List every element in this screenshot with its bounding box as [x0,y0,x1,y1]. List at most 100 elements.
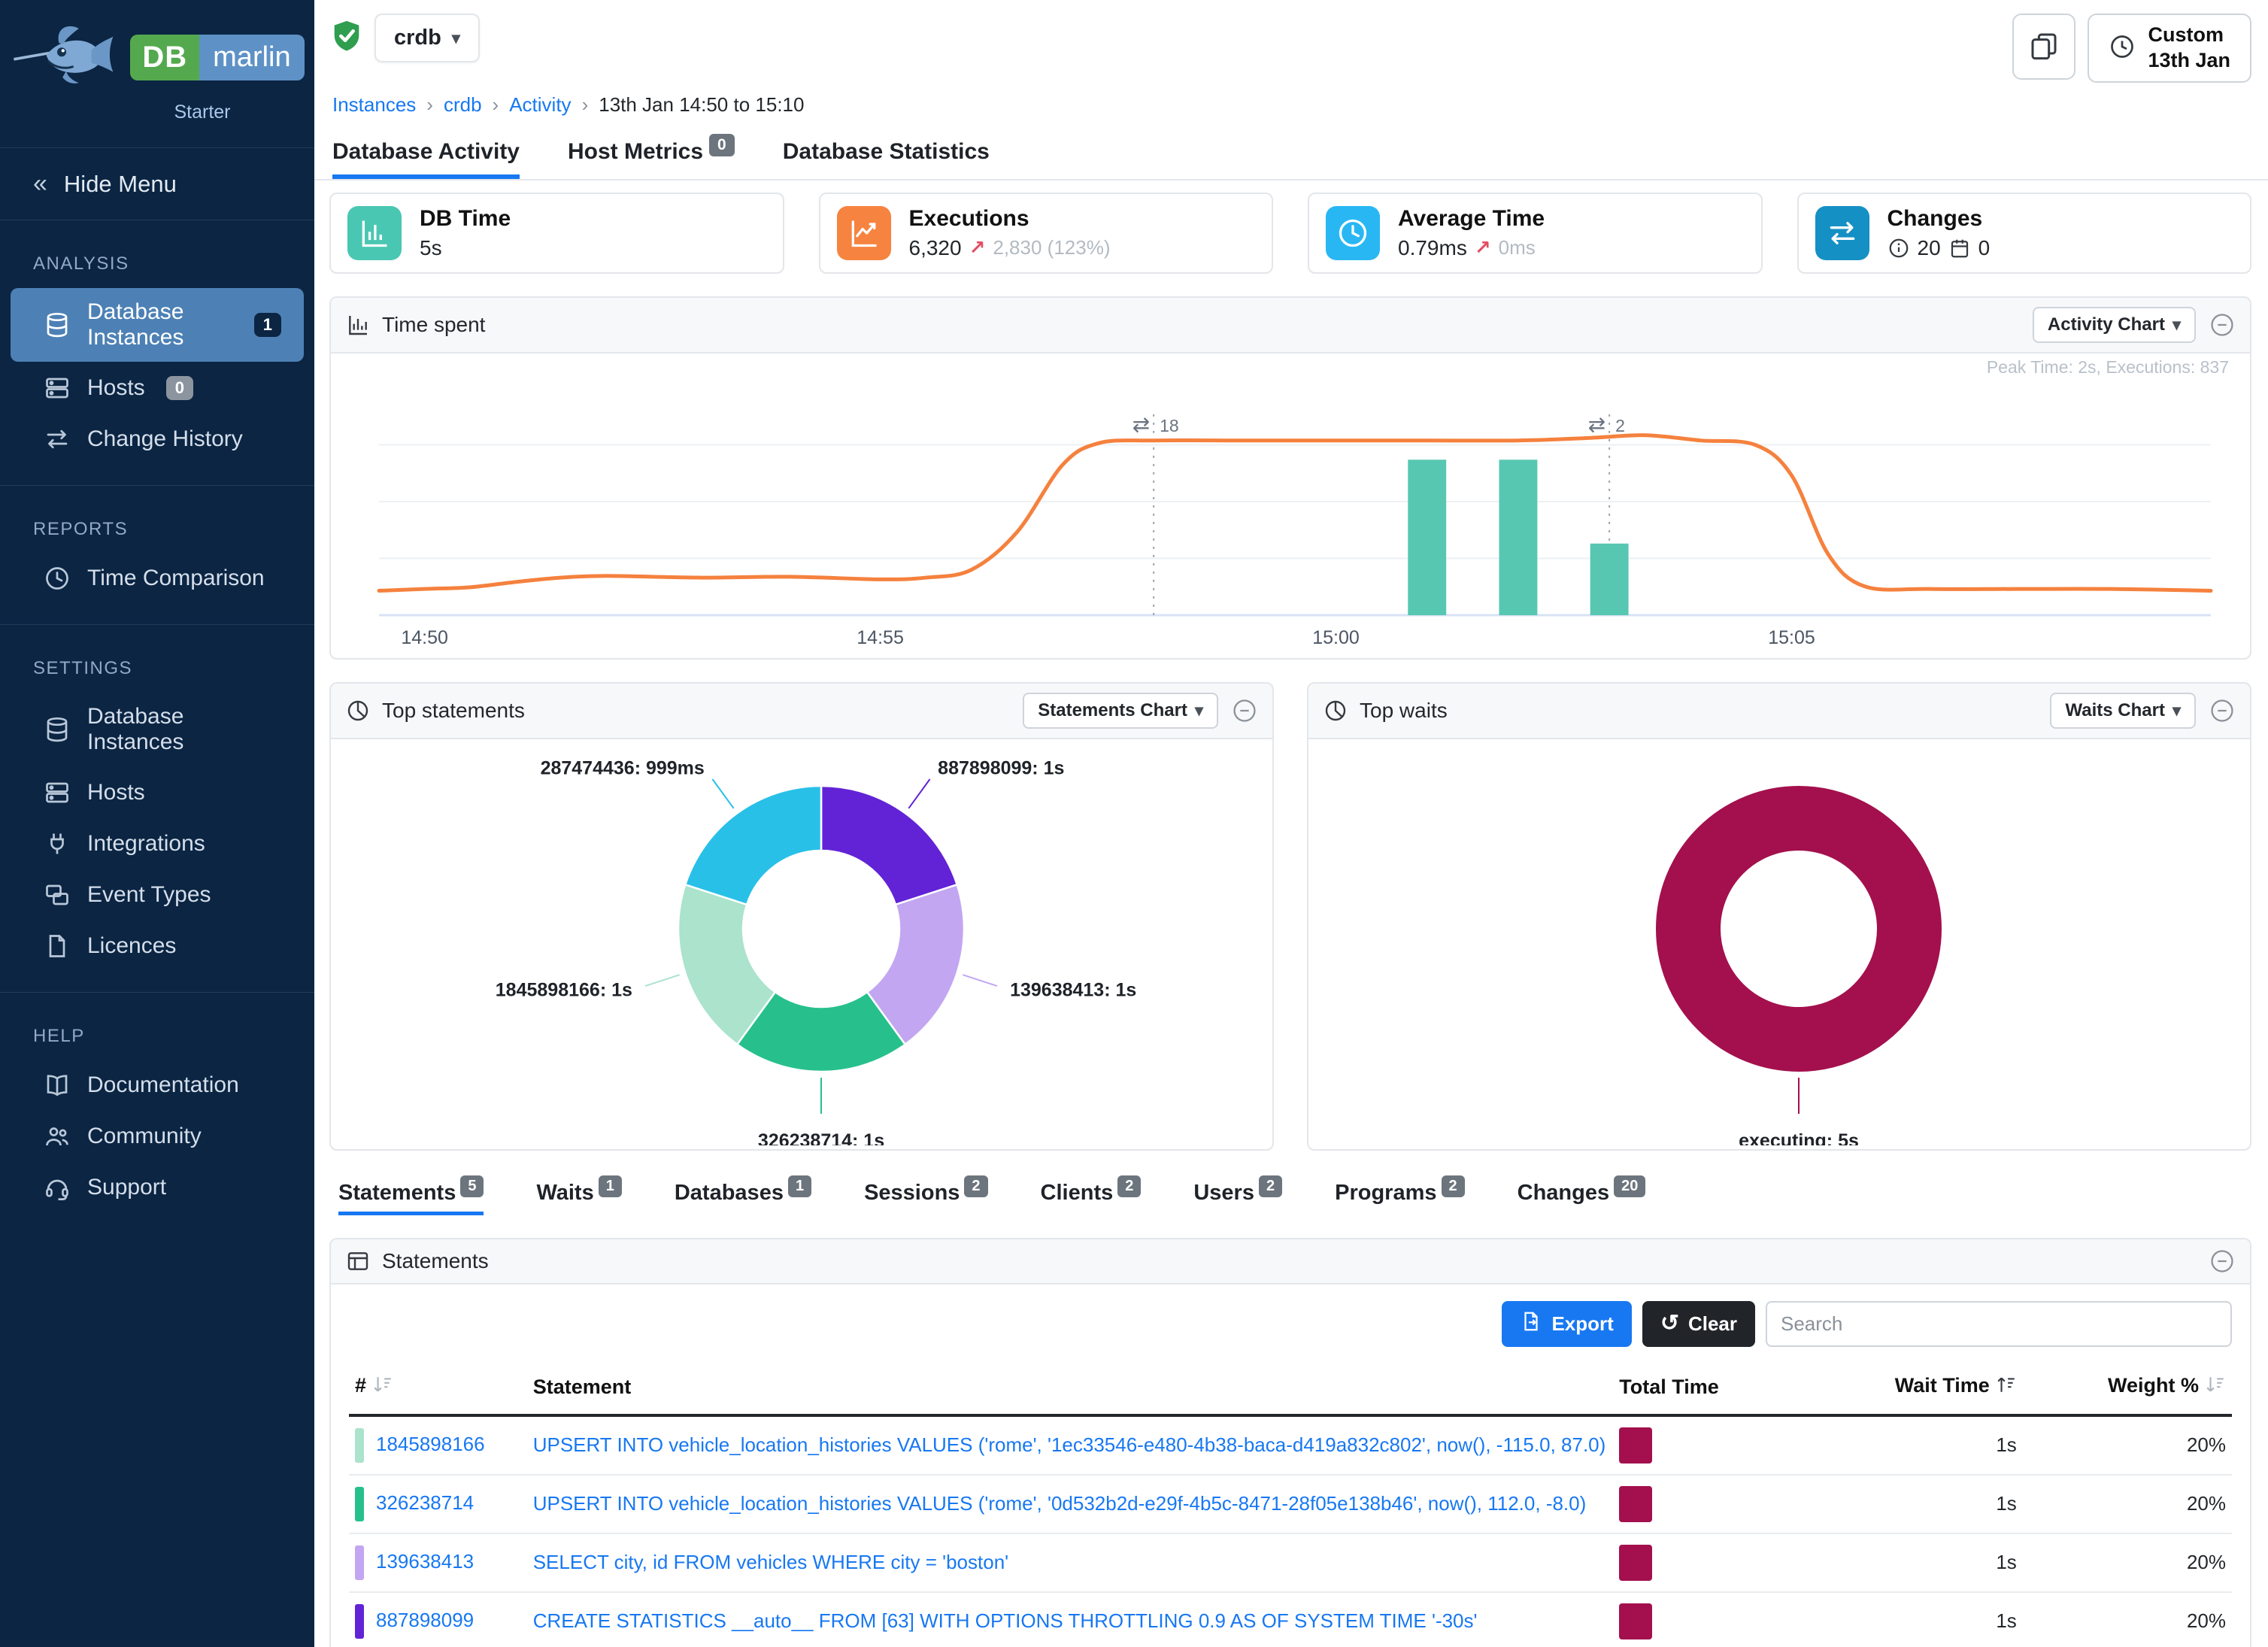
statement-color-chip [355,1428,364,1463]
sidebar-item-database-instances[interactable]: Database Instances1 [11,288,304,362]
statement-id-link[interactable]: 1845898166 [376,1432,485,1454]
sidebar-item-label: Time Comparison [87,566,265,591]
collapse-panel-icon[interactable] [2209,312,2235,338]
total-time-bar [1619,1545,1652,1581]
detail-tab-sessions[interactable]: Sessions2 [864,1181,987,1215]
export-label: Export [1551,1312,1613,1336]
statement-link[interactable]: SELECT city, id FROM vehicles WHERE city… [533,1551,1008,1573]
metric-delta: 0ms [1499,236,1536,259]
collapse-panel-icon[interactable] [2209,698,2235,723]
total-time-bar [1619,1486,1652,1522]
weight-cell: 20% [2023,1415,2232,1475]
server-icon [44,779,71,806]
statement-link[interactable]: UPSERT INTO vehicle_location_histories V… [533,1433,1606,1456]
statement-link[interactable]: UPSERT INTO vehicle_location_histories V… [533,1492,1587,1515]
export-icon [1520,1310,1542,1338]
sidebar-item-hosts[interactable]: Hosts0 [11,363,304,413]
count-badge: 0 [166,376,193,400]
sidebar-item-database-instances[interactable]: Database Instances [11,693,304,766]
detail-tab-changes[interactable]: Changes20 [1518,1181,1646,1215]
wait-time-cell: 1s [1736,1592,2022,1647]
tab-database-statistics[interactable]: Database Statistics [783,139,990,179]
metric-title: Average Time [1398,206,1545,232]
sidebar-item-documentation[interactable]: Documentation [11,1060,304,1110]
count-badge: 0 [709,134,735,156]
sidebar-item-hosts[interactable]: Hosts [11,768,304,817]
column-header-statement[interactable]: Statement [527,1360,1614,1415]
statements-title: Statements [382,1249,489,1273]
clear-button[interactable]: ↺ Clear [1642,1301,1755,1347]
top-statements-chart[interactable]: 887898099: 1s139638413: 1s326238714: 1s1… [331,739,1272,1149]
table-row: 139638413 SELECT city, id FROM vehicles W… [349,1533,2232,1592]
breadcrumb-current: 13th Jan 14:50 to 15:10 [599,93,804,117]
statement-id-link[interactable]: 139638413 [376,1549,474,1572]
detail-tab-users[interactable]: Users2 [1193,1181,1282,1215]
collapse-panel-icon[interactable] [2209,1248,2235,1274]
metric-title: DB Time [420,206,511,232]
breadcrumb-separator: › [582,93,589,117]
activity-chart-select[interactable]: Activity Chart ▾ [2033,307,2196,343]
detail-tab-programs[interactable]: Programs2 [1335,1181,1465,1215]
sort-icon[interactable] [372,1374,393,1400]
sidebar-item-event-types[interactable]: Event Types [11,870,304,920]
clock-icon [2109,33,2136,62]
detail-tab-databases[interactable]: Databases1 [675,1181,811,1215]
tab-host-metrics[interactable]: Host Metrics0 [568,139,735,179]
detail-tab-waits[interactable]: Waits1 [536,1181,621,1215]
waits-chart-select[interactable]: Waits Chart ▾ [2050,693,2196,729]
book-icon [44,1072,71,1099]
column-header-[interactable]: # [349,1360,527,1415]
count-badge: 1 [788,1175,811,1197]
tab-database-activity[interactable]: Database Activity [332,139,520,179]
statement-id-link[interactable]: 887898099 [376,1608,474,1630]
sidebar-item-label: Hosts [87,780,145,805]
sidebar-item-support[interactable]: Support [11,1163,304,1212]
sidebar-item-licences[interactable]: Licences [11,921,304,971]
sidebar-item-community[interactable]: Community [11,1112,304,1161]
statements-chart-select[interactable]: Statements Chart ▾ [1023,693,1218,729]
breadcrumb-link-activity[interactable]: Activity [509,93,571,117]
time-spent-panel: Time spent Activity Chart ▾ ⇄18⇄214:5014… [329,296,2251,660]
instance-selector[interactable]: crdb ▾ [374,14,480,62]
column-label: Statement [533,1376,632,1398]
weight-cell: 20% [2023,1592,2232,1647]
copy-link-button[interactable] [2012,14,2075,80]
breadcrumb-link-crdb[interactable]: crdb [444,93,482,117]
column-label: Weight % [2108,1374,2199,1397]
tab-label: Database Statistics [783,139,990,164]
top-waits-title: Top waits [1360,699,1448,723]
top-waits-chart[interactable]: executing: 5s [1308,739,2250,1149]
column-header-wait-time[interactable]: Wait Time [1736,1360,2022,1415]
column-header-total-time[interactable]: Total Time [1613,1360,1736,1415]
detail-tab-clients[interactable]: Clients2 [1041,1181,1142,1215]
wait-time-cell: 1s [1736,1415,2022,1475]
sidebar-item-time-comparison[interactable]: Time Comparison [11,554,304,603]
database-icon [44,311,71,338]
detail-tab-statements[interactable]: Statements5 [338,1181,484,1215]
tab-label: Sessions [864,1181,960,1205]
waits-chart-label: Waits Chart [2065,700,2164,721]
tab-label: Waits [536,1181,593,1205]
breadcrumb-link-instances[interactable]: Instances [332,93,416,117]
column-header-weight[interactable]: Weight % [2023,1360,2232,1415]
statement-link[interactable]: CREATE STATISTICS __auto__ FROM [63] WIT… [533,1609,1478,1632]
statement-color-chip [355,1604,364,1639]
sidebar-section-help: HELPDocumentationCommunitySupport [0,992,314,1233]
collapse-panel-icon[interactable] [1232,698,1257,723]
tab-label: Users [1193,1181,1254,1205]
sort-icon[interactable] [2205,1374,2226,1400]
hide-menu-button[interactable]: « Hide Menu [0,147,314,220]
range-line1: Custom [2148,23,2230,48]
time-range-button[interactable]: Custom 13th Jan [2088,14,2251,83]
sidebar-item-integrations[interactable]: Integrations [11,819,304,869]
table-row: 326238714 UPSERT INTO vehicle_location_hi… [349,1475,2232,1533]
weight-cell: 20% [2023,1475,2232,1533]
svg-text:2: 2 [1615,416,1625,435]
statement-id-link[interactable]: 326238714 [376,1491,474,1513]
sort-icon[interactable] [1996,1374,2017,1400]
export-button[interactable]: Export [1502,1301,1631,1347]
time-spent-chart[interactable]: ⇄18⇄214:5014:5515:0015:05Peak Time: 2s, … [331,353,2250,658]
copy-icon [2029,31,2059,63]
sidebar-item-change-history[interactable]: Change History [11,414,304,464]
search-input[interactable] [1766,1301,2232,1347]
